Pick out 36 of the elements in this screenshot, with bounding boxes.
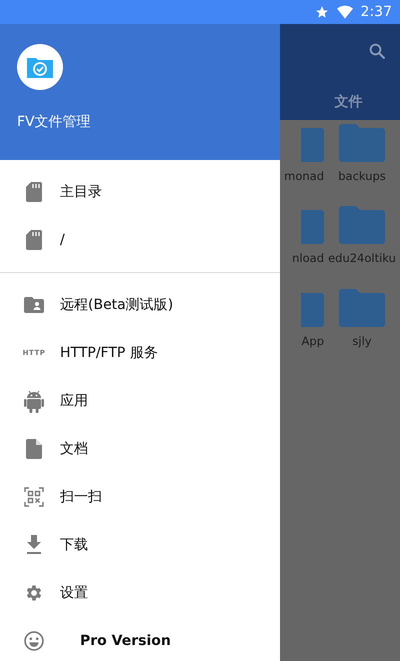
drawer-item[interactable]: Pro Version <box>0 617 280 661</box>
item-label: 远程(Beta测试版) <box>60 296 174 314</box>
wifi-icon <box>336 5 353 19</box>
item-label: HTTP/FTP 服务 <box>60 344 158 362</box>
folder-icon[interactable] <box>339 288 385 326</box>
item-label: 扫一扫 <box>60 488 102 506</box>
drawer-item[interactable]: / <box>0 216 280 264</box>
sd-card-icon <box>26 182 42 202</box>
sd-card-icon <box>26 230 42 250</box>
folder-icon[interactable] <box>339 206 385 244</box>
item-label: 设置 <box>60 584 88 602</box>
drawer-item[interactable]: 远程(Beta测试版) <box>0 281 280 329</box>
qr-code-icon <box>24 487 44 507</box>
drawer-item[interactable]: 应用 <box>0 377 280 425</box>
item-label: 文档 <box>60 440 88 458</box>
document-icon <box>26 439 42 459</box>
clock-time: 2:37 <box>360 2 392 22</box>
drawer-item[interactable]: 主目录 <box>0 168 280 216</box>
star-icon <box>314 5 329 19</box>
item-label: Pro Version <box>80 632 171 650</box>
folder-person-icon <box>24 297 44 313</box>
drawer-item[interactable]: 下载 <box>0 521 280 569</box>
item-label: / <box>60 230 65 250</box>
smiley-icon <box>24 630 44 652</box>
download-icon <box>26 535 42 555</box>
item-label: 应用 <box>60 392 88 410</box>
app-logo <box>17 44 63 90</box>
drawer-item[interactable]: 文档 <box>0 425 280 473</box>
android-icon <box>24 389 44 413</box>
app-title: FV文件管理 <box>17 113 92 132</box>
drawer-item[interactable]: 设置 <box>0 569 280 617</box>
drawer-item[interactable]: 扫一扫 <box>0 473 280 521</box>
item-label: 主目录 <box>60 182 102 202</box>
search-icon[interactable] <box>368 42 386 60</box>
folder-icon[interactable] <box>339 124 385 162</box>
item-label: 下载 <box>60 536 88 554</box>
